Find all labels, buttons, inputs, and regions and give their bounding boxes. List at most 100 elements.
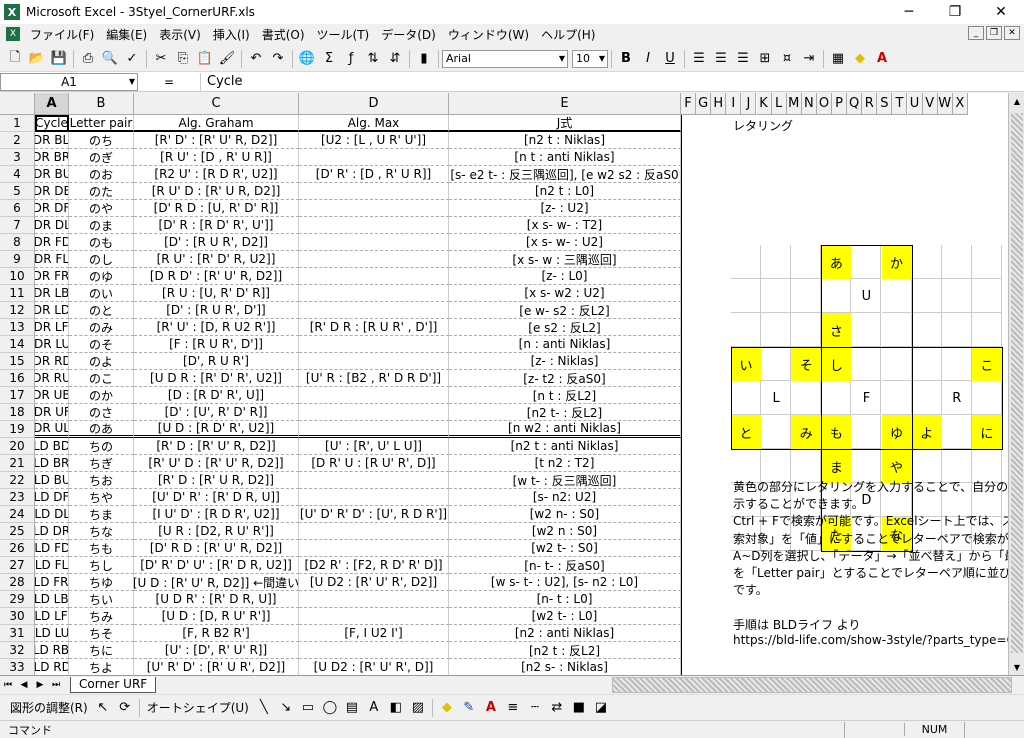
table-cell[interactable]: [U D2 : [R' U' R', D2]] xyxy=(299,574,449,591)
table-cell[interactable]: ちの xyxy=(69,438,134,455)
table-cell[interactable]: のい xyxy=(69,285,134,302)
table-cell[interactable] xyxy=(299,268,449,285)
table-cell[interactable]: のち xyxy=(69,132,134,149)
undo-icon[interactable]: ↶ xyxy=(245,48,267,70)
align-center-icon[interactable]: ☰ xyxy=(710,48,732,70)
restore-button[interactable]: ❐ xyxy=(932,0,978,24)
table-cell[interactable]: ちみ xyxy=(69,608,134,625)
menu-insert[interactable]: 挿入(I) xyxy=(207,26,256,43)
table-cell[interactable]: [D' R : [R D' R', U']] xyxy=(134,217,299,234)
table-cell[interactable]: [n2 s- : Niklas] xyxy=(449,659,681,675)
table-cell[interactable]: のあ xyxy=(69,421,134,438)
row-header[interactable]: 24 xyxy=(0,506,35,523)
table-cell[interactable]: [U D : [D, R U' R']] xyxy=(134,608,299,625)
table-cell[interactable]: [U' D' R' D' : [U', R D R']] xyxy=(299,506,449,523)
save-icon[interactable]: 💾 xyxy=(48,48,70,70)
table-cell[interactable]: BDR DFR xyxy=(35,200,69,217)
table-cell[interactable]: BDR LFD xyxy=(35,319,69,336)
row-header[interactable]: 17 xyxy=(0,387,35,404)
table-cell[interactable]: BLD BDR xyxy=(35,438,69,455)
menu-file[interactable]: ファイル(F) xyxy=(24,26,100,43)
table-cell[interactable]: ちに xyxy=(69,642,134,659)
format-painter-icon[interactable]: 🖌 xyxy=(216,48,238,70)
open-icon[interactable]: 📂 xyxy=(26,48,48,70)
table-cell[interactable]: [U D2 : [R' U' R', D]] xyxy=(299,659,449,675)
table-cell[interactable]: BDR LBU xyxy=(35,285,69,302)
font-size-select[interactable]: 10 ▼ xyxy=(572,49,608,68)
table-cell[interactable]: のさ xyxy=(69,404,134,421)
table-cell[interactable]: [D' R' : [D , R' U R]] xyxy=(299,166,449,183)
table-cell[interactable] xyxy=(299,608,449,625)
table-cell[interactable]: [s- n2: U2] xyxy=(449,489,681,506)
3d-icon[interactable]: ◪ xyxy=(590,697,612,719)
table-cell[interactable]: [U' : [D', R' U' R]] xyxy=(134,642,299,659)
table-cell[interactable]: BLD FLU xyxy=(35,557,69,574)
table-cell[interactable]: BLD LUF xyxy=(35,625,69,642)
table-cell[interactable]: [w2 n- : S0] xyxy=(449,506,681,523)
arrow-style-icon[interactable]: ⇄ xyxy=(546,697,568,719)
column-header-m[interactable]: M xyxy=(786,93,802,115)
table-cell[interactable]: [x s- w- : T2] xyxy=(449,217,681,234)
italic-button[interactable]: I xyxy=(637,48,659,70)
table-cell[interactable]: [U' : [R', U' L U]] xyxy=(299,438,449,455)
table-cell[interactable]: [R' D : [R' U' R, D2]] xyxy=(134,438,299,455)
table-cell[interactable]: ちも xyxy=(69,540,134,557)
table-cell[interactable]: [D2 R' : [F2, R D' R' D]] xyxy=(299,557,449,574)
worksheet-grid[interactable]: A B C D E F G H I J K L M N O P Q R S T U V W X 1 Cycle Letter pai… xyxy=(0,93,1008,675)
cut-icon[interactable]: ✂ xyxy=(150,48,172,70)
table-cell[interactable]: [U D : [R D' R', U2]] xyxy=(134,421,299,438)
table-cell[interactable]: [w2 t- : L0] xyxy=(449,608,681,625)
table-cell[interactable]: [w s- t- : U2], [s- n2 : L0] xyxy=(449,574,681,591)
row-header[interactable]: 18 xyxy=(0,404,35,421)
column-header-a[interactable]: A xyxy=(35,93,69,115)
table-cell[interactable]: [s- e2 t- : 反三隅巡回], [e w2 s2 : 反aS0 xyxy=(449,166,681,183)
align-right-icon[interactable]: ☰ xyxy=(732,48,754,70)
row-header[interactable]: 10 xyxy=(0,268,35,285)
table-cell[interactable]: [n2 t : 反L2] xyxy=(449,642,681,659)
doc-close-button[interactable]: ✕ xyxy=(1004,26,1020,40)
row-header[interactable]: 28 xyxy=(0,574,35,591)
underline-button[interactable]: U xyxy=(659,48,681,70)
table-cell[interactable]: BDR LUF xyxy=(35,336,69,353)
draw-adjust-menu[interactable]: 図形の調整(R) xyxy=(6,699,92,716)
table-cell[interactable]: [U' R' D' : [R' U R', D2]] xyxy=(134,659,299,675)
table-cell[interactable]: のみ xyxy=(69,319,134,336)
row-header[interactable]: 19 xyxy=(0,421,35,438)
scroll-up-icon[interactable]: ▲ xyxy=(1009,93,1024,109)
table-cell[interactable]: のと xyxy=(69,302,134,319)
arrow-icon[interactable]: ↘ xyxy=(275,697,297,719)
table-cell[interactable] xyxy=(299,302,449,319)
table-cell[interactable]: のま xyxy=(69,217,134,234)
sort-descending-icon[interactable]: ⇵ xyxy=(384,48,406,70)
table-cell[interactable]: [n2 t : Niklas] xyxy=(449,132,681,149)
minimize-button[interactable]: ─ xyxy=(886,0,932,24)
table-cell[interactable]: BDR FLU xyxy=(35,251,69,268)
table-cell[interactable]: [R U' : [D , R' U R]] xyxy=(134,149,299,166)
table-cell[interactable]: [D' : [R U R', D']] xyxy=(134,302,299,319)
table-cell[interactable]: [U R : [D2, R U' R']] xyxy=(134,523,299,540)
row-header[interactable]: 32 xyxy=(0,642,35,659)
table-cell[interactable]: のた xyxy=(69,183,134,200)
table-cell[interactable]: [x s- w2 : U2] xyxy=(449,285,681,302)
first-sheet-icon[interactable]: ⏮ xyxy=(0,680,16,690)
table-cell[interactable]: [R' U' : [D, R U2 R']] xyxy=(134,319,299,336)
menu-view[interactable]: 表示(V) xyxy=(153,26,207,43)
table-cell[interactable]: BLD LBU xyxy=(35,591,69,608)
table-cell[interactable]: [F : [R U R', D']] xyxy=(134,336,299,353)
table-cell[interactable]: [R2 U' : [R D R', U2]] xyxy=(134,166,299,183)
table-cell[interactable]: [n- t- : 反aS0] xyxy=(449,557,681,574)
row-header[interactable]: 22 xyxy=(0,472,35,489)
table-cell[interactable]: のゆ xyxy=(69,268,134,285)
table-cell[interactable]: [D', R U R'] xyxy=(134,353,299,370)
table-cell[interactable] xyxy=(299,353,449,370)
row-header[interactable]: 21 xyxy=(0,455,35,472)
table-cell[interactable]: [z- : Niklas] xyxy=(449,353,681,370)
column-header-l[interactable]: L xyxy=(771,93,787,115)
table-cell[interactable]: [R' D R : [R U R' , D']] xyxy=(299,319,449,336)
row-header[interactable]: 8 xyxy=(0,234,35,251)
row-header[interactable]: 27 xyxy=(0,557,35,574)
menu-edit[interactable]: 編集(E) xyxy=(100,26,153,43)
column-header-q[interactable]: Q xyxy=(847,93,863,115)
column-header-d[interactable]: D xyxy=(299,93,449,115)
table-cell[interactable] xyxy=(299,149,449,166)
